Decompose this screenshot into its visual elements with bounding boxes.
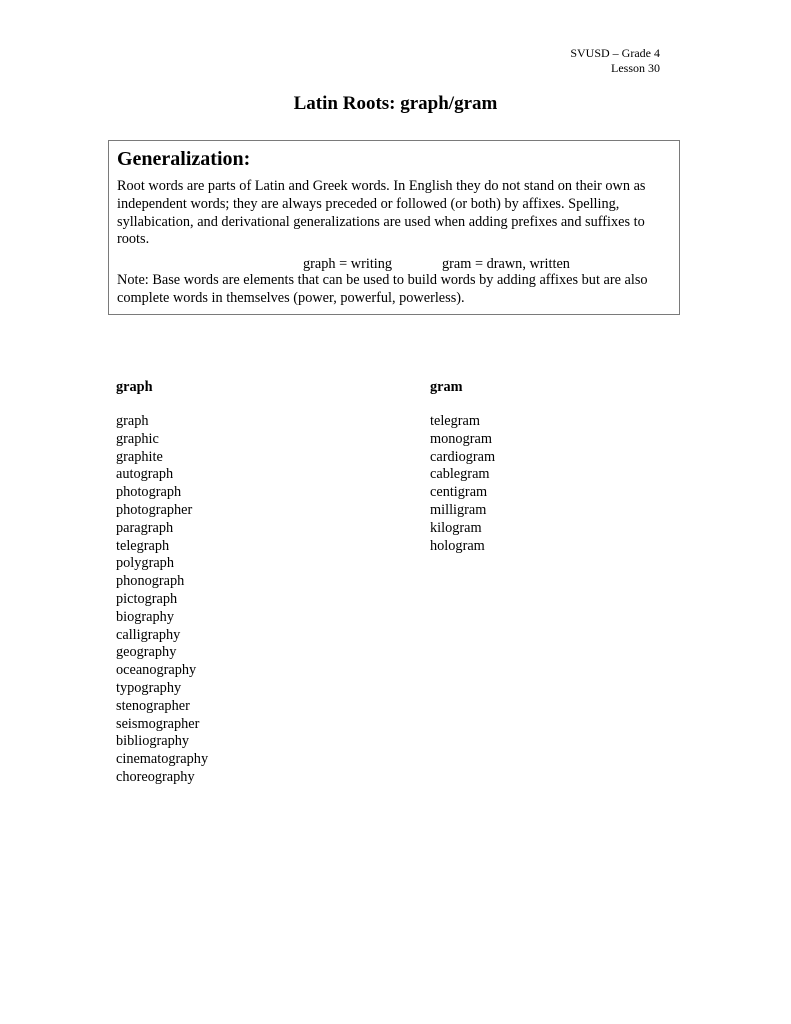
definition-gram: gram = drawn, written: [442, 256, 570, 273]
word-list-item: biography: [116, 608, 174, 625]
word-list-item: graph: [116, 413, 149, 429]
word-list-item: telegram: [430, 413, 481, 429]
graph-column-heading: graph: [116, 379, 153, 395]
generalization-note: Note: Base words are elements that can b…: [117, 272, 648, 306]
gram-word-column: gram telegram monogram cardiogram cablegram…: [430, 378, 495, 555]
word-list-item: kilogram: [430, 519, 482, 536]
page-header: SVUSD – Grade 4 Lesson 30: [570, 46, 660, 76]
header-lesson: Lesson 30: [611, 61, 660, 75]
word-list-item: pictograph: [116, 590, 178, 607]
generalization-box: Generalization: Root words are parts of …: [108, 140, 680, 315]
word-list-item: telegraph: [116, 537, 170, 554]
word-list-item: cinematography: [116, 751, 209, 768]
word-list-item: cablegram: [430, 466, 490, 483]
word-list-item: oceanography: [116, 662, 197, 679]
header-grade: SVUSD – Grade 4: [570, 46, 660, 60]
word-list-item: autograph: [116, 466, 174, 483]
word-list-item: hologram: [430, 537, 485, 554]
page-title: Latin Roots: graph/gram: [293, 93, 498, 114]
word-list-item: typography: [116, 679, 182, 696]
word-list-item: seismographer: [116, 715, 200, 732]
word-list-item: choreography: [116, 768, 195, 785]
gram-word-list: telegram monogram cardiogram cablegram centi…: [430, 413, 495, 555]
word-list-item: phonograph: [116, 573, 185, 590]
word-list-item: photograph: [116, 484, 182, 501]
word-list-item: monogram: [430, 430, 492, 447]
graph-word-list: graph graphic graphite autograph photograph p…: [116, 413, 208, 787]
word-list-item: calligraphy: [116, 626, 181, 643]
word-list-item: polygraph: [116, 555, 174, 572]
graph-word-column: graph graph graphic graphite autograph photo…: [116, 378, 208, 787]
word-list-item: milligram: [430, 501, 487, 518]
word-list-item: paragraph: [116, 519, 174, 536]
generalization-heading: Generalization:: [117, 148, 251, 170]
gram-column-heading: gram: [430, 379, 463, 395]
word-list-item: geography: [116, 644, 177, 661]
definition-graph: graph = writing: [303, 256, 393, 273]
word-list-item: centigram: [430, 484, 488, 501]
word-list-item: graphic: [116, 430, 159, 447]
word-list-item: graphite: [116, 448, 163, 465]
word-list-item: bibliography: [116, 733, 190, 750]
word-list-item: photographer: [116, 501, 193, 518]
word-list-item: stenographer: [116, 697, 190, 714]
generalization-paragraph: Root words are parts of Latin and Greek …: [117, 178, 646, 248]
word-list-item: cardiogram: [430, 448, 496, 465]
